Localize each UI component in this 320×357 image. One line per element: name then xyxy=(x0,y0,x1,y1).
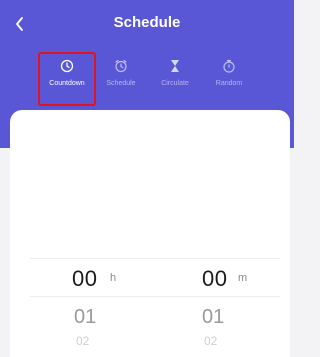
page-title: Schedule xyxy=(113,14,181,31)
hours-picker-next[interactable]: 01 xyxy=(74,306,96,329)
clock-icon xyxy=(60,59,74,73)
tab-countdown[interactable]: Countdown xyxy=(38,52,96,106)
hours-unit-label: h xyxy=(110,272,117,284)
hourglass-icon xyxy=(171,60,179,72)
hours-picker-next2[interactable]: 02 xyxy=(76,334,89,348)
tab-label: Random xyxy=(215,80,243,87)
tab-schedule[interactable]: Schedule xyxy=(94,54,148,104)
mode-tabs: Countdown Schedule Circulate Random xyxy=(38,52,256,106)
alarm-icon xyxy=(115,59,127,73)
minutes-picker-next2[interactable]: 02 xyxy=(204,334,217,348)
minutes-unit-label: m xyxy=(238,272,248,284)
countdown-panel: 00 h 00 m 01 01 02 02 xyxy=(10,110,290,357)
tab-label: Schedule xyxy=(106,80,136,87)
tab-random[interactable]: Random xyxy=(202,54,256,104)
picker-divider-bottom xyxy=(30,296,280,297)
tab-circulate[interactable]: Circulate xyxy=(148,54,202,104)
hours-picker-value[interactable]: 00 xyxy=(72,266,97,292)
tab-label: Countdown xyxy=(49,80,85,87)
picker-divider-top xyxy=(30,258,280,259)
tab-label: Circulate xyxy=(161,80,189,87)
minutes-picker-value[interactable]: 00 xyxy=(202,266,227,292)
minutes-picker-next[interactable]: 01 xyxy=(202,306,224,329)
stopwatch-icon xyxy=(223,59,235,73)
